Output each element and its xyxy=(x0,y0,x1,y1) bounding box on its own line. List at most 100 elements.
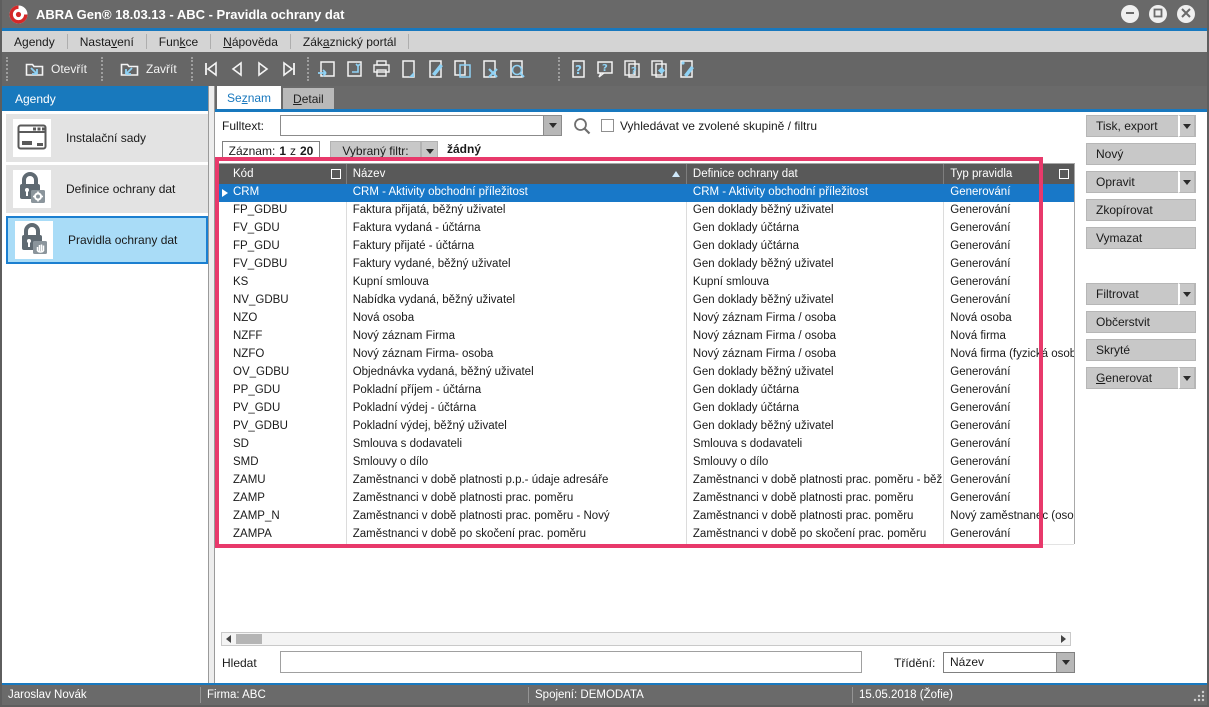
preview-document-icon[interactable] xyxy=(504,57,528,81)
tisk-export-button[interactable]: Tisk, export xyxy=(1086,115,1196,137)
help-icon[interactable]: ? xyxy=(566,57,590,81)
copy-document-icon[interactable] xyxy=(450,57,474,81)
cell: CRM - Aktivity obchodní příležitost xyxy=(686,184,943,202)
table-row[interactable]: ZAMPZaměstnanci v době platnosti prac. p… xyxy=(218,490,1074,509)
status-section-0: Jaroslav Novák xyxy=(8,689,87,701)
vymazat-button[interactable]: Vymazat xyxy=(1086,227,1196,249)
fulltext-input[interactable] xyxy=(281,116,551,135)
column-header-typ-pravidla[interactable]: Typ pravidla xyxy=(943,164,1074,184)
scroll-right-button[interactable] xyxy=(1057,633,1070,645)
first-record-icon[interactable] xyxy=(199,57,223,81)
help-pages-icon[interactable]: ? xyxy=(620,57,644,81)
trideni-dropdown-button[interactable] xyxy=(1056,653,1074,672)
minimize-button[interactable] xyxy=(1121,5,1139,23)
related-docs-icon[interactable] xyxy=(647,57,671,81)
table-row[interactable]: ZAMUZaměstnanci v době platnosti p.p.- ú… xyxy=(218,472,1074,491)
column-header-kod[interactable]: Kód xyxy=(218,164,346,184)
skryte-button[interactable]: Skryté xyxy=(1086,339,1196,361)
sidebar-item-definice-ochrany-dat[interactable]: Definice ochrany dat xyxy=(6,165,208,213)
table-row[interactable]: SMDSmlouvy o díloSmlouvy o díloGenerován… xyxy=(218,454,1074,473)
table-row[interactable]: FV_GDBUFaktury vydané, běžný uživatelGen… xyxy=(218,256,1074,275)
context-help-icon[interactable]: ? xyxy=(593,57,617,81)
magnifier-icon[interactable] xyxy=(572,116,592,139)
menu-item-nastaveni[interactable]: Nastavení xyxy=(68,31,146,52)
sidebar-item-instalacni-sady[interactable]: Instalační sady xyxy=(6,114,208,162)
window-title: ABRA Gen® 18.03.13 - ABC - Pravidla ochr… xyxy=(36,7,344,22)
table-row[interactable]: SDSmlouva s dodavateliSmlouva s dodavate… xyxy=(218,436,1074,455)
table-row[interactable]: PV_GDUPokladní výdej - účtárnaGen doklad… xyxy=(218,400,1074,419)
table-row[interactable]: ZAMP_NZaměstnanci v době platnosti prac.… xyxy=(218,508,1074,527)
status-section-3: 15.05.2018 (Žofie) xyxy=(859,689,953,701)
table-row[interactable]: OV_GDBUObjednávka vydaná, běžný uživatel… xyxy=(218,364,1074,383)
print-icon[interactable] xyxy=(369,57,393,81)
triangle-right-icon xyxy=(1061,635,1066,643)
filtrovat-button[interactable]: Filtrovat xyxy=(1086,283,1196,305)
maximize-button[interactable] xyxy=(1149,5,1167,23)
column-header-nazev[interactable]: Název xyxy=(346,164,686,184)
scrollbar-thumb[interactable] xyxy=(236,634,262,644)
zkopirovat-button[interactable]: Zkopírovat xyxy=(1086,199,1196,221)
hledat-input[interactable] xyxy=(280,651,862,673)
table-row[interactable]: CRMCRM - Aktivity obchodní příležitostCR… xyxy=(218,184,1074,203)
cell: ZAMP xyxy=(218,490,346,508)
close-button[interactable]: Zavřít xyxy=(109,56,185,82)
opravit-dropdown[interactable] xyxy=(1178,171,1195,193)
menu-item-zakaznicky-portal[interactable]: Zákaznický portál xyxy=(291,31,408,52)
record-counter-label: Záznam: xyxy=(229,144,276,158)
new-document-icon[interactable] xyxy=(396,57,420,81)
table-row[interactable]: PV_GDBUPokladní výdej, běžný uživatelGen… xyxy=(218,418,1074,437)
close-icon xyxy=(1181,7,1191,21)
edit-document-icon[interactable] xyxy=(423,57,447,81)
table-row[interactable]: FP_GDBUFaktura přijatá, běžný uživatelGe… xyxy=(218,202,1074,221)
delete-document-icon[interactable] xyxy=(477,57,501,81)
column-header-definice-ochrany-dat[interactable]: Definice ochrany dat xyxy=(686,164,943,184)
trideni-combobox[interactable]: Název xyxy=(943,652,1075,673)
tab-seznam[interactable]: Seznam xyxy=(217,86,281,109)
resize-grip-icon[interactable] xyxy=(1193,690,1205,705)
table-row[interactable]: ZAMPAZaměstnanci v době po skočení prac.… xyxy=(218,526,1074,545)
status-section-1: Firma: ABC xyxy=(207,689,266,701)
column-options-icon[interactable] xyxy=(331,169,341,179)
table-row[interactable]: NZFONový záznam Firma- osobaNový záznam … xyxy=(218,346,1074,365)
table-row[interactable]: KSKupní smlouvaKupní smlouvaGenerování xyxy=(218,274,1074,293)
close-button-label: Zavřít xyxy=(146,62,177,76)
close-button[interactable] xyxy=(1177,5,1195,23)
table-row[interactable]: NV_GDBUNabídka vydaná, běžný uživatelGen… xyxy=(218,292,1074,311)
table-row[interactable]: NZONová osobaNový záznam Firma / osobaNo… xyxy=(218,310,1074,329)
opravit-button[interactable]: Opravit xyxy=(1086,171,1196,193)
filtrovat-dropdown[interactable] xyxy=(1178,283,1195,305)
window-arrow-icon[interactable] xyxy=(315,57,339,81)
obcerstvit-button[interactable]: Občerstvit xyxy=(1086,311,1196,333)
sidebar-item-pravidla-ochrany-dat[interactable]: Pravidla ochrany dat xyxy=(6,216,208,264)
column-options-icon[interactable] xyxy=(1059,169,1069,179)
previous-record-icon[interactable] xyxy=(225,57,249,81)
open-button[interactable]: Otevřít xyxy=(14,56,95,82)
toolbar-separator xyxy=(101,57,103,81)
table-row[interactable]: NZFFNový záznam FirmaNový záznam Firma /… xyxy=(218,328,1074,347)
generovat-button[interactable]: Generovat xyxy=(1086,367,1196,389)
menu-item-funkce[interactable]: Funkce xyxy=(147,31,210,52)
novy-button[interactable]: Nový xyxy=(1086,143,1196,165)
search-in-group-checkbox[interactable] xyxy=(601,119,614,132)
table-row[interactable]: FV_GDUFaktura vydaná - účtárnaGen doklad… xyxy=(218,220,1074,239)
menu-item-napoveda[interactable]: Nápověda xyxy=(211,31,290,52)
horizontal-scrollbar[interactable] xyxy=(221,632,1071,646)
table-row[interactable]: FP_GDUFaktury přijaté - účtárnaGen dokla… xyxy=(218,238,1074,257)
scroll-left-button[interactable] xyxy=(222,633,235,645)
generovat-dropdown[interactable] xyxy=(1178,367,1195,389)
sidebar-splitter[interactable] xyxy=(208,86,215,683)
fulltext-dropdown-button[interactable] xyxy=(543,116,561,135)
tisk-export-dropdown[interactable] xyxy=(1178,115,1195,137)
table-row[interactable]: PP_GDUPokladní příjem - účtárnaGen dokla… xyxy=(218,382,1074,401)
selected-filter-dropdown[interactable] xyxy=(421,141,438,161)
cell: Zaměstnanci v době platnosti prac. poměr… xyxy=(346,490,686,508)
cell: Gen doklady běžný uživatel xyxy=(686,418,943,436)
window-refresh-icon[interactable] xyxy=(342,57,366,81)
menu-item-agendy[interactable]: Agendy xyxy=(2,31,67,52)
current-row-icon xyxy=(222,189,228,197)
next-record-icon[interactable] xyxy=(251,57,275,81)
edit-note-icon[interactable] xyxy=(674,57,698,81)
last-record-icon[interactable] xyxy=(277,57,301,81)
tab-detail[interactable]: Detail xyxy=(283,88,334,109)
selected-filter-button[interactable]: Vybraný filtr: xyxy=(330,141,421,161)
